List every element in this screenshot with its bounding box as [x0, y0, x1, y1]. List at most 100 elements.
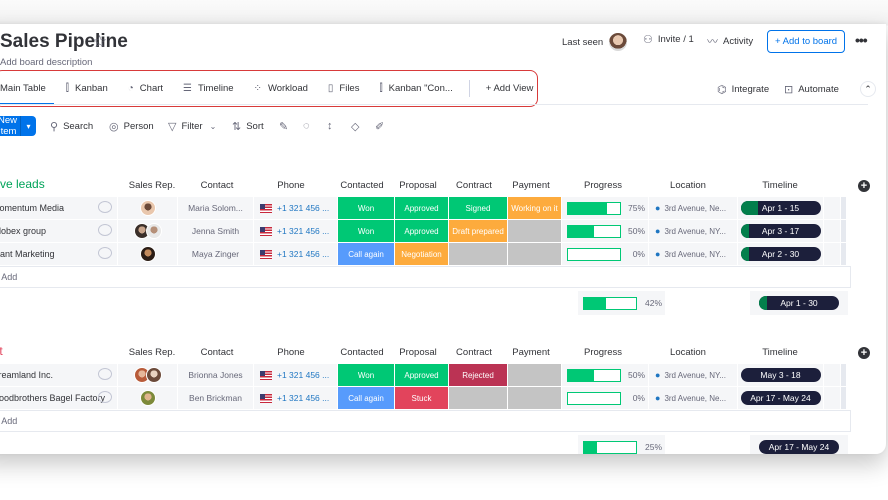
- automate-button[interactable]: ⊡ Automate: [784, 83, 839, 96]
- timeline-cell[interactable]: Apr 1 - 15: [738, 197, 824, 219]
- contract-status[interactable]: Signed: [449, 197, 508, 219]
- location-cell[interactable]: ● 3rd Avenue, NY...: [649, 220, 738, 242]
- item-name[interactable]: Globex group: [0, 226, 46, 236]
- more-options-icon[interactable]: •••: [855, 32, 868, 48]
- timeline-pill[interactable]: Apr 17 - May 24: [759, 440, 839, 454]
- item-name[interactable]: Dreamland Inc.: [0, 370, 53, 380]
- add-to-board-button[interactable]: + Add to board: [767, 30, 846, 53]
- phone-number[interactable]: +1 321 456 ...: [277, 226, 329, 236]
- tab-timeline[interactable]: ☰ Timeline: [173, 74, 244, 103]
- timeline-pill[interactable]: Apr 1 - 15: [740, 201, 821, 215]
- payment-status[interactable]: [508, 243, 562, 265]
- contact-cell[interactable]: Jenna Smith: [178, 220, 254, 242]
- table-row[interactable]: Globex group Jenna Smith +1 321 456 ... Won…: [0, 220, 851, 242]
- timeline-cell[interactable]: Apr 17 - May 24: [738, 387, 824, 409]
- chat-bubble-icon[interactable]: [98, 224, 112, 236]
- sales-rep-cell[interactable]: [118, 387, 178, 409]
- chat-bubble-icon[interactable]: [98, 368, 112, 380]
- group-title[interactable]: Active leads: [0, 177, 45, 191]
- column-header[interactable]: Timeline: [730, 180, 830, 191]
- board-description[interactable]: Add board description: [0, 57, 92, 68]
- item-name[interactable]: Goodbrothers Bagel Factory: [0, 393, 105, 403]
- horizontal-scroll-track[interactable]: [841, 364, 847, 386]
- location-cell[interactable]: ● 3rd Avenue, Ne...: [649, 197, 738, 219]
- search-button[interactable]: ⚲ Search: [50, 120, 93, 133]
- phone-cell[interactable]: +1 321 456 ...: [254, 220, 338, 242]
- sales-rep-cell[interactable]: [118, 197, 178, 219]
- phone-cell[interactable]: +1 321 456 ...: [254, 243, 338, 265]
- add-item-row[interactable]: + Add: [0, 410, 851, 432]
- sales-rep-cell[interactable]: [118, 220, 178, 242]
- horizontal-scroll-track[interactable]: [841, 220, 847, 242]
- table-row[interactable]: Dreamland Inc. Brionna Jones +1 321 456 ..…: [0, 364, 851, 386]
- item-name-cell[interactable]: Goodbrothers Bagel Factory: [0, 387, 118, 409]
- contacted-status[interactable]: Won: [338, 197, 395, 219]
- column-header[interactable]: Timeline: [730, 347, 830, 358]
- add-column-button[interactable]: +: [858, 180, 870, 192]
- column-header[interactable]: Location: [638, 347, 738, 358]
- add-item-row[interactable]: + Add: [0, 266, 851, 288]
- tab-workload[interactable]: ⁘ Workload: [244, 74, 318, 103]
- horizontal-scroll-track[interactable]: [841, 387, 847, 409]
- proposal-status[interactable]: Approved: [395, 197, 449, 219]
- contract-status[interactable]: Draft prepared: [449, 220, 508, 242]
- tab-chart[interactable]: ◔ Chart: [118, 74, 173, 103]
- tab-files[interactable]: ▯ Files: [318, 74, 370, 103]
- phone-number[interactable]: +1 321 456 ...: [277, 393, 329, 403]
- new-item-button[interactable]: New Item ▾: [0, 115, 36, 137]
- payment-status[interactable]: Working on it: [508, 197, 562, 219]
- timeline-pill[interactable]: Apr 17 - May 24: [740, 391, 821, 405]
- chat-bubble-icon[interactable]: [98, 391, 112, 403]
- item-name-cell[interactable]: Vlant Marketing: [0, 243, 118, 265]
- contract-status[interactable]: [449, 387, 508, 409]
- integrate-button[interactable]: ⌬ Integrate: [717, 83, 769, 96]
- phone-cell[interactable]: +1 321 456 ...: [254, 387, 338, 409]
- chevron-down-icon[interactable]: ▾: [21, 122, 36, 131]
- tab-main-table[interactable]: Main Table: [0, 74, 56, 105]
- phone-cell[interactable]: +1 321 456 ...: [254, 197, 338, 219]
- item-name[interactable]: Momentum Media: [0, 203, 64, 213]
- hide-button[interactable]: ◌: [303, 120, 310, 132]
- color-button[interactable]: ◇: [351, 120, 359, 133]
- contacted-status[interactable]: Call again: [338, 387, 395, 409]
- payment-status[interactable]: [508, 364, 562, 386]
- invite-button[interactable]: ⚇ Invite / 1: [643, 33, 694, 46]
- item-name-cell[interactable]: Dreamland Inc.: [0, 364, 118, 386]
- chat-bubble-icon[interactable]: [98, 201, 112, 213]
- timeline-pill[interactable]: May 3 - 18: [740, 368, 821, 382]
- timeline-pill[interactable]: Apr 1 - 30: [759, 296, 839, 310]
- timeline-cell[interactable]: Apr 2 - 30: [738, 243, 824, 265]
- chevron-down-icon[interactable]: ⌄: [210, 122, 217, 131]
- payment-status[interactable]: [508, 220, 562, 242]
- contact-cell[interactable]: Ben Brickman: [178, 387, 254, 409]
- group-title[interactable]: Lost: [0, 344, 3, 358]
- filter-button[interactable]: ▽ Filter ⌄: [168, 120, 221, 133]
- horizontal-scroll-track[interactable]: [841, 197, 847, 219]
- table-row[interactable]: Vlant Marketing Maya Zinger +1 321 456 ...…: [0, 243, 851, 265]
- add-item-label[interactable]: + Add: [0, 416, 17, 426]
- phone-number[interactable]: +1 321 456 ...: [277, 370, 329, 380]
- star-icon[interactable]: ☆: [92, 32, 107, 52]
- proposal-status[interactable]: Stuck: [395, 387, 449, 409]
- contacted-status[interactable]: Call again: [338, 243, 395, 265]
- contacted-status[interactable]: Won: [338, 364, 395, 386]
- add-item-label[interactable]: + Add: [0, 272, 17, 282]
- location-cell[interactable]: ● 3rd Avenue, NY...: [649, 243, 738, 265]
- contact-cell[interactable]: Maya Zinger: [178, 243, 254, 265]
- contract-status[interactable]: [449, 243, 508, 265]
- item-name-cell[interactable]: Momentum Media: [0, 197, 118, 219]
- phone-number[interactable]: +1 321 456 ...: [277, 203, 329, 213]
- column-header[interactable]: Location: [638, 180, 738, 191]
- activity-button[interactable]: 〰 Activity: [707, 33, 753, 49]
- location-cell[interactable]: ● 3rd Avenue, NY...: [649, 364, 738, 386]
- sales-rep-cell[interactable]: [118, 243, 178, 265]
- person-filter-button[interactable]: ◎ Person: [109, 120, 154, 133]
- timeline-pill[interactable]: Apr 2 - 30: [740, 247, 821, 261]
- sales-rep-cell[interactable]: [118, 364, 178, 386]
- table-row[interactable]: Goodbrothers Bagel Factory Ben Brickman +1…: [0, 387, 851, 409]
- last-seen[interactable]: Last seen: [562, 33, 628, 51]
- payment-status[interactable]: [508, 387, 562, 409]
- horizontal-scroll-track[interactable]: [841, 243, 847, 265]
- contacted-status[interactable]: Won: [338, 220, 395, 242]
- add-column-button[interactable]: +: [858, 347, 870, 359]
